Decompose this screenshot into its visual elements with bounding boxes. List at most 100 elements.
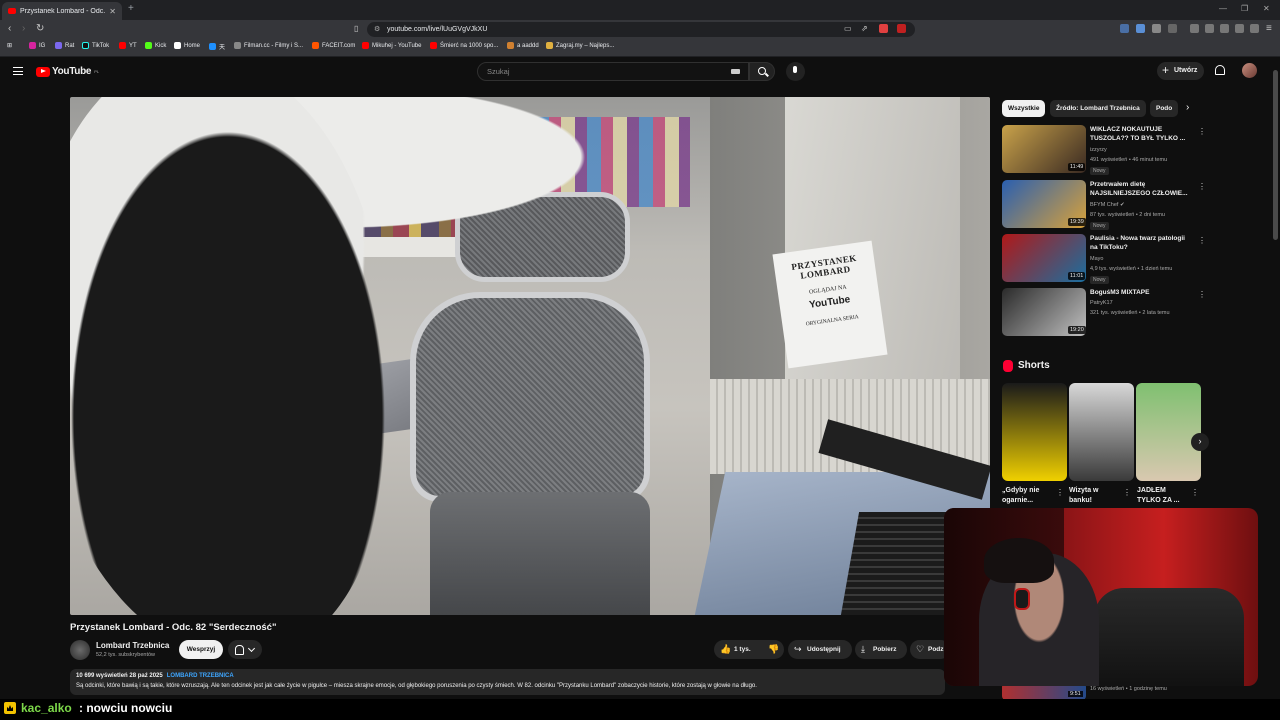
bookmark-aaddd[interactable]: a aaddd <box>507 42 539 49</box>
like-icon[interactable]: 👍 <box>720 640 731 659</box>
bookmark-zagraj[interactable]: Zagraj.my – Najleps... <box>546 42 614 49</box>
new-tab-icon[interactable]: + <box>128 3 134 14</box>
music-icon[interactable] <box>1190 24 1199 33</box>
shorts-icon <box>1003 360 1013 372</box>
more-options-icon[interactable]: ⋮ <box>1123 488 1131 497</box>
cast-icon[interactable]: ▭ <box>844 24 852 33</box>
extension-icon[interactable] <box>1168 24 1177 33</box>
subscription-bell-button[interactable] <box>228 640 262 659</box>
scrollbar-thumb[interactable] <box>1273 70 1278 240</box>
share-icon[interactable]: ⇗ <box>861 24 868 33</box>
bookmark-filman[interactable]: Filman.cc - Filmy i S... <box>234 42 303 49</box>
rec-title[interactable]: BoguśM3 MIXTAPE <box>1090 288 1190 297</box>
sidebar-icon[interactable] <box>1205 24 1214 33</box>
bookmark-smierc[interactable]: Śmierć na 1000 spo... <box>430 42 498 49</box>
rec-channel[interactable]: Mayo <box>1090 256 1103 262</box>
account-avatar[interactable] <box>1242 63 1257 78</box>
close-window-icon[interactable]: ✕ <box>1263 4 1270 13</box>
apps-grid-icon[interactable]: ⊞ <box>7 42 12 49</box>
bookmark-mikuhej[interactable]: Mikuhej - YouTube <box>362 42 421 49</box>
chip-all[interactable]: Wszystkie <box>1002 100 1046 117</box>
page-scrollbar[interactable] <box>1273 60 1278 700</box>
restore-icon[interactable]: ❐ <box>1241 4 1248 13</box>
site-info-icon[interactable]: ⚙ <box>374 22 380 37</box>
bookmark-tiktok[interactable]: TikTok <box>82 42 109 49</box>
voice-search-icon[interactable] <box>786 62 805 81</box>
close-tab-icon[interactable]: ✕ <box>109 7 116 16</box>
short-thumbnail[interactable] <box>1136 383 1201 481</box>
short-thumbnail[interactable] <box>1069 383 1134 481</box>
chip-source[interactable]: Źródło: Lombard Trzebnica <box>1050 100 1146 117</box>
rec-title[interactable]: WIKLACZ NOKAUTUJE TUSZOLA?? TO BYŁ TYLKO… <box>1090 125 1190 143</box>
short-title[interactable]: Wizyta w banku! <box>1069 486 1121 506</box>
address-bar[interactable]: ⚙ youtube.com/live/lUuGVgVJkXU <box>367 22 915 37</box>
forward-icon[interactable]: › <box>22 23 25 34</box>
short-thumbnail[interactable] <box>1002 383 1067 481</box>
youtube-logo[interactable]: YouTube PL <box>36 66 99 77</box>
dislike-icon[interactable]: 👎 <box>768 640 779 659</box>
chevron-right-icon[interactable]: › <box>1191 433 1209 451</box>
keyboard-icon[interactable] <box>731 69 740 74</box>
bookmark-faceit[interactable]: FACEIT.com <box>312 42 355 49</box>
recommendation-item[interactable]: 11:49 WIKLACZ NOKAUTUJE TUSZOLA?? TO BYŁ… <box>1002 125 1206 175</box>
back-icon[interactable]: ‹ <box>8 23 11 34</box>
youtube-icon <box>362 42 369 49</box>
recommendation-item[interactable]: 19:39 Przetrwałem dietę NAJSILNIEJSZEGO … <box>1002 180 1206 230</box>
channel-name[interactable]: Lombard Trzebnica <box>96 641 169 650</box>
rec-channel[interactable]: izzyrzy <box>1090 147 1107 153</box>
rec-title[interactable]: Przetrwałem dietę NAJSILNIEJSZEGO CZŁOWI… <box>1090 180 1190 198</box>
bookmark-kick[interactable]: Kick <box>145 42 166 49</box>
like-count[interactable]: 1 tys. <box>734 640 751 659</box>
recommendation-item[interactable]: 19:20 BoguśM3 MIXTAPE PatryK17 321 tys. … <box>1002 288 1206 338</box>
reload-icon[interactable]: ↻ <box>36 23 44 34</box>
rec-title[interactable]: Paulisia - Nowa twarz patologii na TikTo… <box>1090 234 1190 252</box>
guide-menu-icon[interactable] <box>13 67 23 75</box>
rec-channel[interactable]: PatryK17 <box>1090 300 1113 306</box>
bookmark-yt[interactable]: YT <box>119 42 137 49</box>
rec-meta: 87 tys. wyświetleń • 2 dni temu <box>1090 212 1165 218</box>
video-player[interactable]: PRZYSTANEK LOMBARD OGLĄDAJ NA YouTube OR… <box>70 97 990 615</box>
search-button[interactable] <box>749 62 775 81</box>
bookmark-home[interactable]: Home <box>174 42 200 49</box>
short-title[interactable]: „Gdyby nie ogarnie... <box>1002 486 1054 506</box>
share-button[interactable]: ↪ Udostępnij <box>788 640 852 659</box>
create-button[interactable]: Utwórz <box>1157 61 1204 80</box>
more-options-icon[interactable]: ⋮ <box>1191 488 1199 497</box>
search-placeholder: Szukaj <box>487 67 510 76</box>
chip-similar[interactable]: Podo <box>1150 100 1178 117</box>
extensions-puzzle-icon[interactable] <box>1152 24 1161 33</box>
more-options-icon[interactable]: ⋮ <box>1198 182 1206 191</box>
rewards-icon[interactable] <box>897 24 906 33</box>
brave-shield-icon[interactable] <box>879 24 888 33</box>
more-options-icon[interactable]: ⋮ <box>1056 488 1064 497</box>
bookmark-icon[interactable]: ▯ <box>354 24 358 33</box>
download-button[interactable]: ⤓ Pobierz <box>855 640 907 659</box>
wallet-icon[interactable] <box>1220 24 1229 33</box>
browser-tab-active[interactable]: Przystanek Lombard - Odc. 8 ✕ <box>2 2 122 20</box>
support-button[interactable]: Wesprzyj <box>179 640 223 659</box>
more-options-icon[interactable]: ⋮ <box>1198 236 1206 245</box>
bookmark-kanji[interactable]: 天 <box>209 42 225 51</box>
recommendation-item[interactable]: 11:01 Paulisia - Nowa twarz patologii na… <box>1002 234 1206 284</box>
bookmark-ig[interactable]: IG <box>29 42 45 49</box>
rec-meta: 16 wyświetleń • 1 godzinę temu <box>1090 686 1167 692</box>
rat-icon <box>55 42 62 49</box>
notifications-icon[interactable] <box>1215 65 1225 75</box>
channel-avatar[interactable] <box>70 640 90 660</box>
vpn-icon[interactable] <box>1250 24 1259 33</box>
minimize-icon[interactable]: — <box>1219 4 1227 13</box>
crown-badge-icon <box>4 702 16 714</box>
search-input[interactable]: Szukaj <box>477 62 749 81</box>
menu-icon[interactable]: ≡ <box>1266 23 1272 34</box>
more-options-icon[interactable]: ⋮ <box>1198 290 1206 299</box>
chevron-right-icon[interactable]: › <box>1186 102 1189 113</box>
leo-icon[interactable] <box>1235 24 1244 33</box>
faceit-icon <box>312 42 319 49</box>
channel-tag[interactable]: LOMBARD TRZEBNICA <box>167 673 234 679</box>
bookmark-rat[interactable]: Rat <box>55 42 74 49</box>
short-title[interactable]: JADŁEM TYLKO ZA ... <box>1137 486 1189 506</box>
extension-icon[interactable] <box>1136 24 1145 33</box>
rec-channel[interactable]: BFYM Chef ✔ <box>1090 202 1125 208</box>
extension-icon[interactable] <box>1120 24 1129 33</box>
more-options-icon[interactable]: ⋮ <box>1198 127 1206 136</box>
